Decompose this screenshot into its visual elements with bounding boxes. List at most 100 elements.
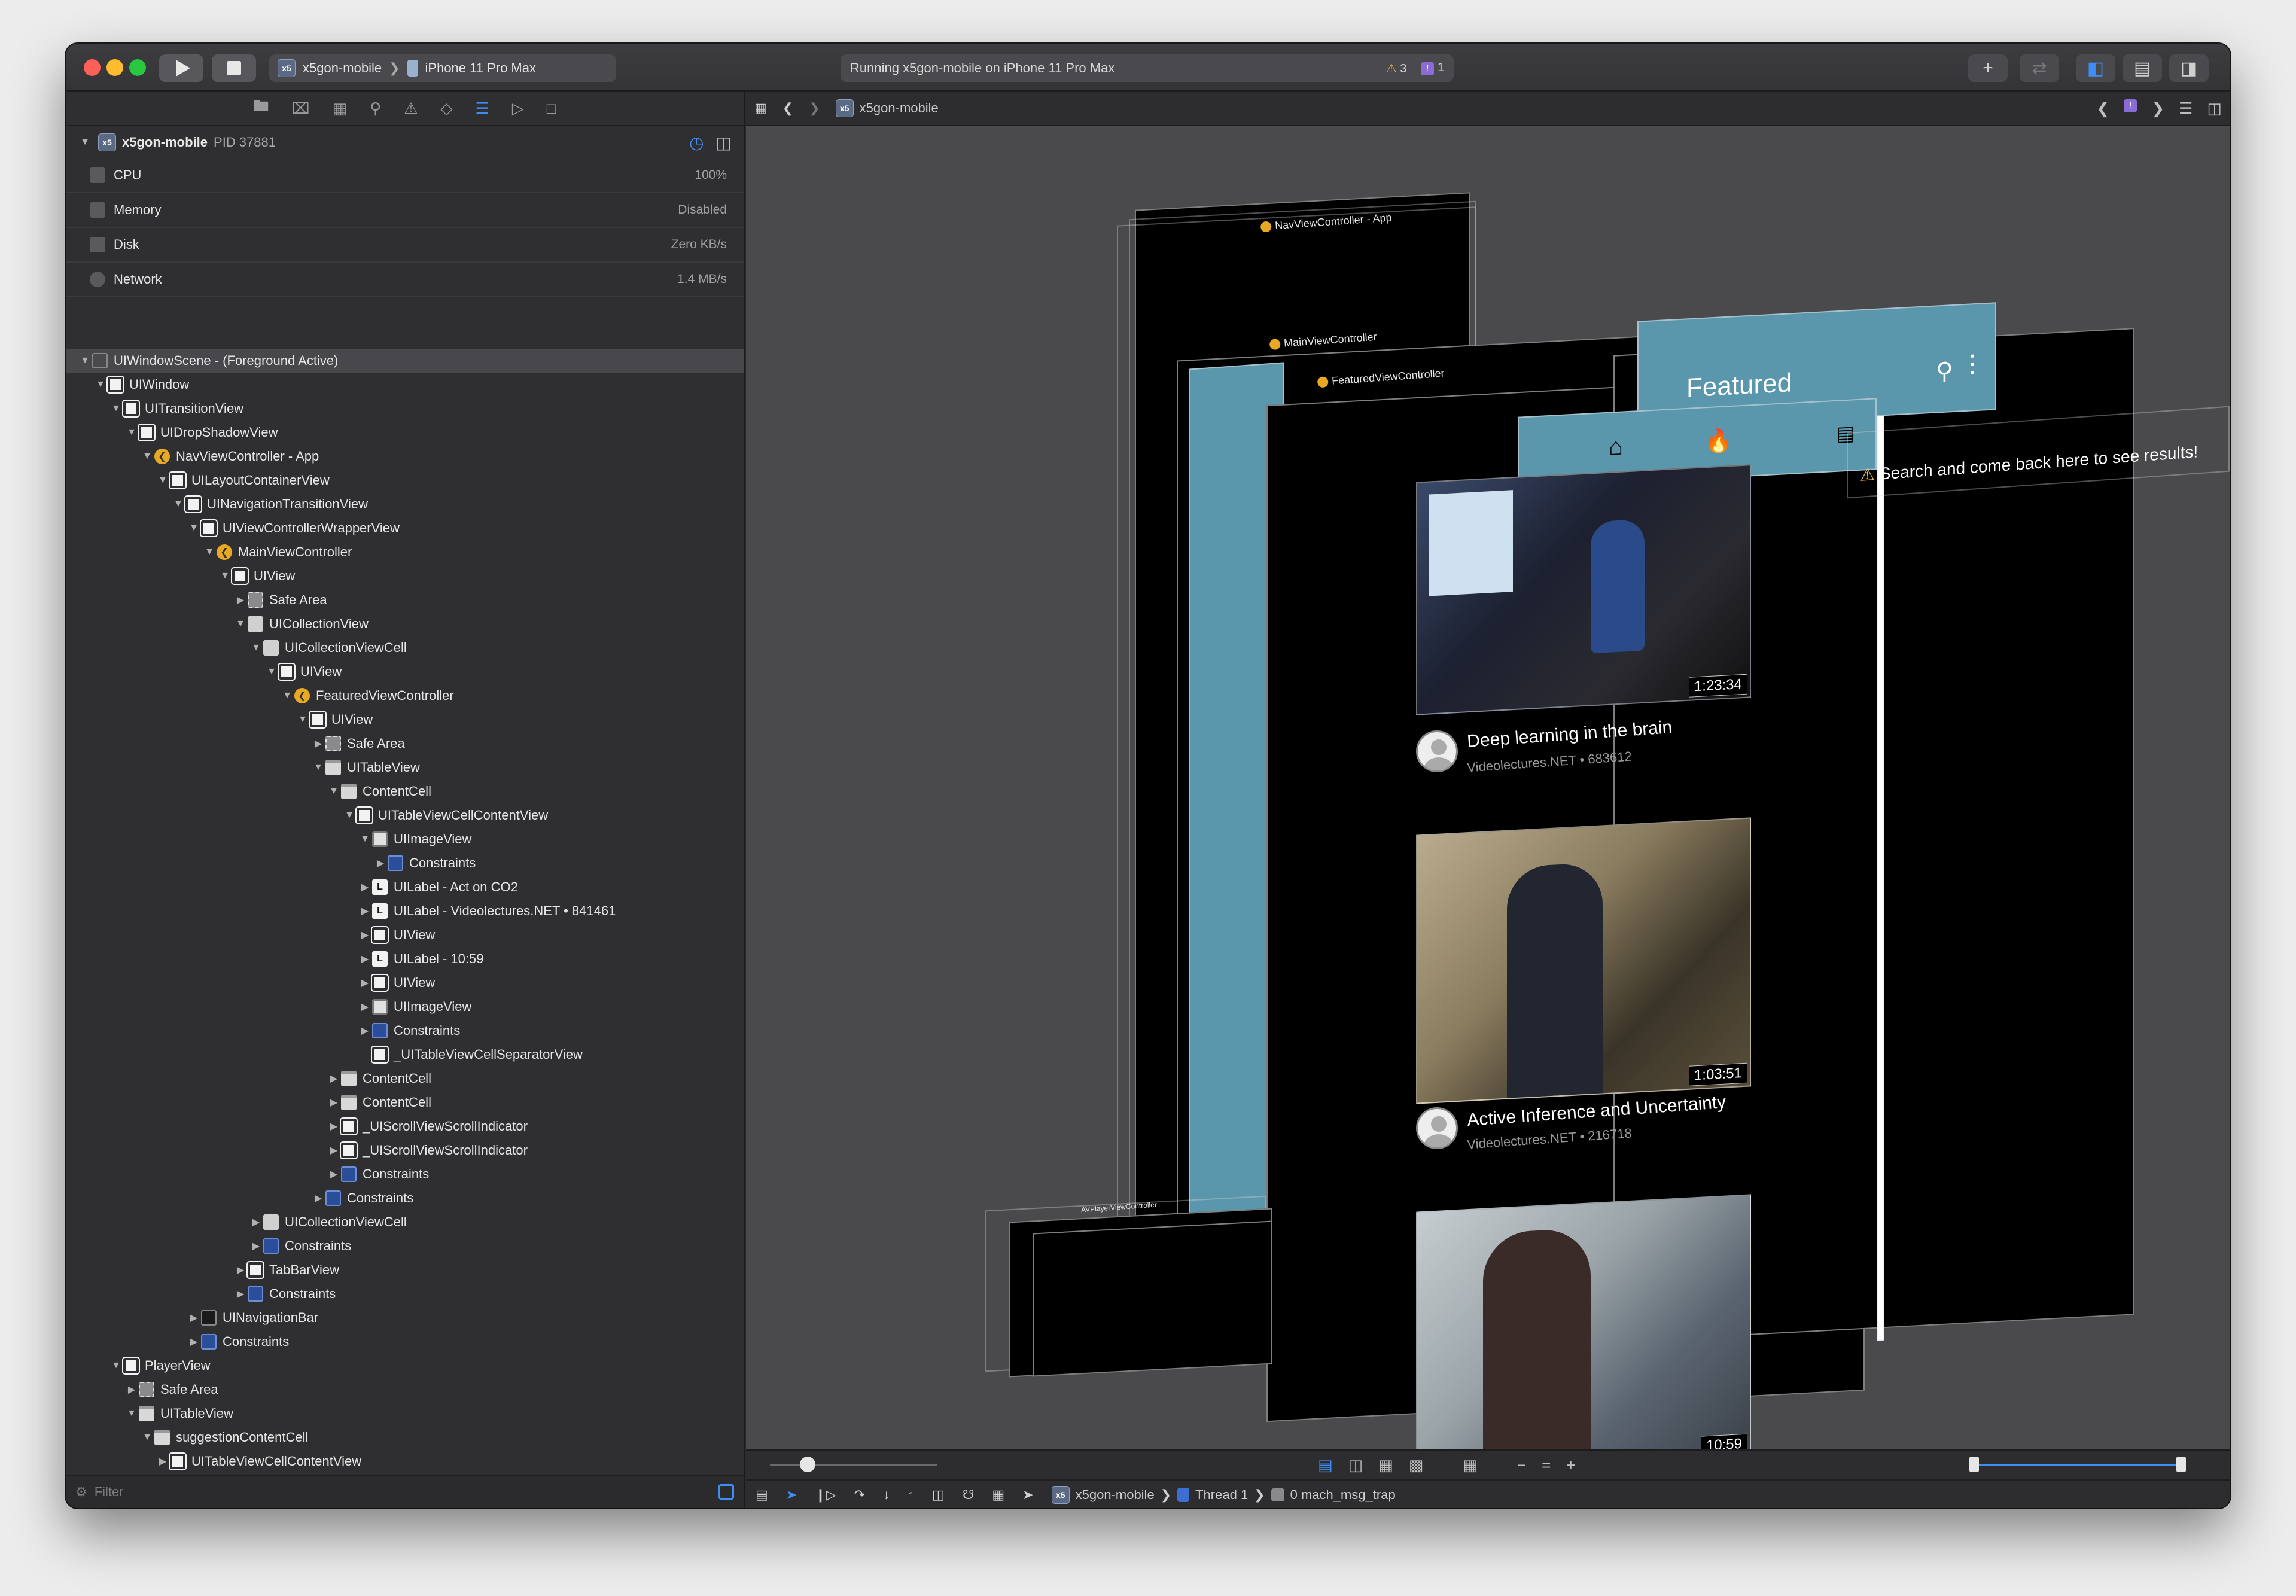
slider-knob[interactable] xyxy=(800,1457,815,1472)
disclosure-closed-icon[interactable]: ▶ xyxy=(249,1216,263,1228)
orient-3d-icon[interactable]: ▦ xyxy=(1463,1456,1478,1475)
memory-graph-icon[interactable]: ◫ xyxy=(716,133,732,153)
disclosure-closed-icon[interactable]: ▶ xyxy=(358,905,372,917)
report-icon[interactable]: □ xyxy=(547,99,556,118)
tree-row[interactable]: ▼ UITransitionView xyxy=(66,397,744,421)
disclosure-open-icon[interactable]: ▼ xyxy=(327,786,341,797)
disclosure-open-icon[interactable]: ▼ xyxy=(140,451,154,462)
debug-view-hierarchy-icon[interactable]: ◫ xyxy=(932,1487,945,1503)
disclosure-open-icon[interactable]: ▼ xyxy=(187,523,201,534)
zoom-in-icon[interactable]: + xyxy=(1566,1456,1575,1475)
tree-row[interactable]: ▶ ContentCell xyxy=(66,1067,744,1091)
tree-row[interactable]: ▶ TabBarView xyxy=(66,1258,744,1282)
disclosure-closed-icon[interactable]: ▶ xyxy=(327,1073,341,1085)
disclosure-open-icon[interactable]: ▼ xyxy=(171,499,185,510)
tree-row[interactable]: ▼ ContentCell xyxy=(66,779,744,803)
tree-row[interactable]: ▶ ContentCell xyxy=(66,1091,744,1114)
disclosure-closed-icon[interactable]: ▶ xyxy=(358,929,372,941)
tree-row[interactable]: ▼ UITableView xyxy=(66,1402,744,1426)
tree-row[interactable]: ▼ UICollectionView xyxy=(66,612,744,636)
disclosure-open-icon[interactable]: ▼ xyxy=(280,690,294,701)
disclosure-open-icon[interactable]: ▼ xyxy=(140,1432,154,1443)
tree-row[interactable]: ▼ ❮ NavViewController - App xyxy=(66,444,744,468)
disclosure-closed-icon[interactable]: ▶ xyxy=(311,1192,325,1204)
minimap-icon[interactable]: ☰ xyxy=(2179,99,2193,118)
test-icon[interactable]: ◇ xyxy=(440,99,452,118)
disclosure-closed-icon[interactable]: ▶ xyxy=(233,1264,248,1276)
tree-row[interactable]: ▼ UIWindowScene - (Foreground Active) xyxy=(66,349,744,373)
spacing-slider[interactable] xyxy=(770,1457,937,1472)
disclosure-closed-icon[interactable]: ▶ xyxy=(156,1455,170,1467)
disclosure-open-icon[interactable]: ▼ xyxy=(78,355,92,366)
tree-row[interactable]: ▶ Safe Area xyxy=(66,1378,744,1402)
show-constraints-icon[interactable]: ◫ xyxy=(1348,1456,1363,1475)
tree-row[interactable]: ▼ UIView xyxy=(66,660,744,684)
tree-row[interactable]: ▼ UIView xyxy=(66,708,744,732)
disclosure-closed-icon[interactable]: ▶ xyxy=(327,1168,341,1180)
breakpoints-toggle-icon[interactable]: ➤ xyxy=(786,1487,797,1503)
toggle-inspector-button[interactable]: ◨ xyxy=(2169,54,2209,82)
tree-row[interactable]: ▶ Constraints xyxy=(66,1162,744,1186)
tree-row[interactable]: ▼ UITableView xyxy=(66,756,744,779)
toggle-navigator-button[interactable]: ◧ xyxy=(2076,54,2115,82)
disclosure-closed-icon[interactable]: ▶ xyxy=(124,1384,139,1396)
toggle-debug-area-button[interactable]: ▤ xyxy=(2123,54,2162,82)
search-icon[interactable]: ⚲ xyxy=(1936,357,1953,386)
disclosure-open-icon[interactable]: ▼ xyxy=(124,1408,139,1419)
disclosure-closed-icon[interactable]: ▶ xyxy=(358,881,372,893)
home-icon[interactable]: ⌂ xyxy=(1609,433,1623,461)
code-review-button[interactable]: ⇄ xyxy=(2020,54,2059,82)
warnings-indicator[interactable]: ⚠ 3 xyxy=(1386,61,1407,76)
memory-graph-icon[interactable]: ☋ xyxy=(963,1487,975,1503)
tree-row[interactable]: ▶ UINavigationBar xyxy=(66,1306,744,1330)
tree-row[interactable]: ▼ UIView xyxy=(66,564,744,588)
tree-row[interactable]: ▼ UIImageView xyxy=(66,827,744,851)
search-icon[interactable]: ⚲ xyxy=(370,99,381,118)
disclosure-closed-icon[interactable]: ▶ xyxy=(233,594,248,606)
disclosure-open-icon[interactable]: ▼ xyxy=(358,834,372,845)
disclosure-open-icon[interactable]: ▼ xyxy=(202,547,217,558)
runtime-issue-icon[interactable]: ! xyxy=(2124,99,2137,112)
disclosure-open-icon[interactable]: ▼ xyxy=(109,1360,123,1371)
range-end-handle[interactable] xyxy=(2176,1457,2186,1472)
zoom-window-button[interactable] xyxy=(129,59,146,76)
tree-row[interactable]: ▶ _UIScrollViewScrollIndicator xyxy=(66,1138,744,1162)
tree-row[interactable]: ▶ Constraints xyxy=(66,1186,744,1210)
disclosure-closed-icon[interactable]: ▶ xyxy=(327,1144,341,1156)
view-hierarchy-gauge-icon[interactable]: ◷ xyxy=(689,133,704,153)
disclosure-closed-icon[interactable]: ▶ xyxy=(358,953,372,965)
disclosure-open-icon[interactable]: ▼ xyxy=(264,666,279,677)
more-options-icon[interactable]: ⋮ xyxy=(1960,349,1984,378)
split-editor-icon[interactable]: ◫ xyxy=(2207,99,2222,118)
debug-icon[interactable]: ☰ xyxy=(475,99,489,118)
scheme-selector[interactable]: x5 x5gon-mobile ❯ iPhone 11 Pro Max xyxy=(269,54,616,82)
disclosure-closed-icon[interactable]: ▶ xyxy=(373,857,388,869)
tree-row[interactable]: ▶ UIView xyxy=(66,971,744,995)
disclosure-closed-icon[interactable]: ▶ xyxy=(233,1288,248,1300)
disclosure-closed-icon[interactable]: ▶ xyxy=(327,1120,341,1132)
tree-row[interactable]: _UITableViewCellSeparatorView xyxy=(66,1043,744,1067)
simulate-location-icon[interactable]: ➤ xyxy=(1022,1487,1033,1503)
range-slider[interactable] xyxy=(1969,1457,2186,1472)
disclosure-closed-icon[interactable]: ▶ xyxy=(187,1312,201,1324)
gauge-memory[interactable]: Memory Disabled xyxy=(66,193,744,228)
tree-row[interactable]: ▶ Safe Area xyxy=(66,588,744,612)
run-button[interactable] xyxy=(159,54,203,82)
tree-row[interactable]: ▶ Safe Area xyxy=(66,732,744,756)
stop-button[interactable] xyxy=(212,54,256,82)
tree-row[interactable]: ▶ Constraints xyxy=(66,1330,744,1354)
disclosure-open-icon[interactable]: ▼ xyxy=(156,475,170,486)
tree-row[interactable]: ▼ UILayoutContainerView xyxy=(66,468,744,492)
tree-row[interactable]: ▶ UICollectionViewCell xyxy=(66,1210,744,1234)
tree-row[interactable]: ▶ UIImageView xyxy=(66,995,744,1019)
wireframe-icon[interactable]: ▦ xyxy=(1378,1456,1393,1475)
issues-indicator[interactable]: ! 1 xyxy=(1421,61,1444,75)
tree-row[interactable]: ▶ Constraints xyxy=(66,1282,744,1306)
disclosure-open-icon[interactable]: ▼ xyxy=(109,403,123,414)
folder-icon[interactable]: 🖿 xyxy=(254,95,269,121)
continue-icon[interactable]: ❙▷ xyxy=(815,1487,836,1503)
card-thumbnail[interactable]: 1:23:34 xyxy=(1416,464,1751,715)
disclosure-open-icon[interactable]: ▼ xyxy=(93,379,108,390)
disclosure-open-icon[interactable]: ▼ xyxy=(249,642,263,653)
tree-row[interactable]: ▼ UITableViewCellContentView xyxy=(66,803,744,827)
